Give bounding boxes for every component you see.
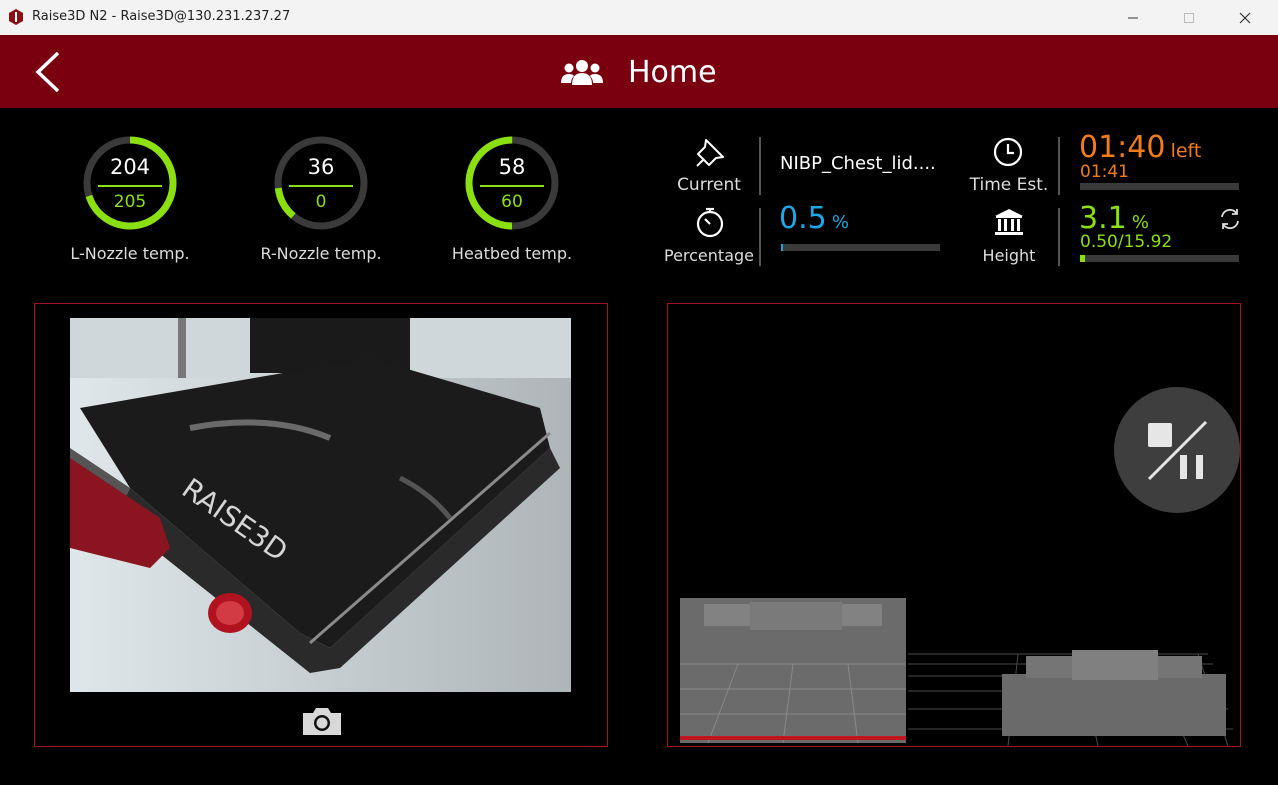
r-nozzle-ring bbox=[274, 136, 368, 230]
r-nozzle-current: 36 bbox=[307, 155, 335, 179]
stopwatch-icon bbox=[696, 207, 724, 238]
percentage-progress-fill bbox=[781, 244, 783, 251]
model-preview-panel bbox=[667, 303, 1241, 747]
heatbed-target: 60 bbox=[501, 192, 523, 212]
time-left-label: left bbox=[1170, 140, 1202, 162]
height-detail: 0.50/15.92 bbox=[1080, 232, 1173, 252]
close-button[interactable] bbox=[1222, 0, 1268, 35]
maximize-icon bbox=[1184, 12, 1194, 23]
heatbed-divider bbox=[480, 185, 544, 187]
camera-image: RAISE3D bbox=[70, 318, 571, 692]
clock-icon bbox=[993, 137, 1023, 167]
l-nozzle-ring bbox=[83, 136, 177, 230]
building-icon bbox=[995, 209, 1023, 235]
camera-feed[interactable]: RAISE3D bbox=[70, 318, 571, 692]
height-progress-bar bbox=[1080, 255, 1239, 262]
current-label: Current bbox=[677, 175, 741, 195]
minimize-button[interactable] bbox=[1110, 0, 1156, 35]
height-unit: % bbox=[1131, 212, 1149, 233]
height-readout: 3.1 % bbox=[1079, 201, 1149, 236]
minimize-icon bbox=[1128, 17, 1138, 18]
camera-snapshot-icon[interactable] bbox=[301, 705, 343, 737]
time-est-label: Time Est. bbox=[969, 175, 1049, 195]
current-separator bbox=[759, 137, 761, 195]
window-title: Raise3D N2 - Raise3D@130.231.237.27 bbox=[32, 9, 291, 24]
model-preview-canvas bbox=[680, 598, 1233, 747]
heatbed-ring bbox=[465, 136, 559, 230]
time-remaining-readout: 01:40 left bbox=[1079, 130, 1201, 165]
percentage-label: Percentage bbox=[663, 246, 754, 265]
maximize-button[interactable] bbox=[1166, 0, 1212, 35]
percentage-unit: % bbox=[831, 212, 849, 233]
app-header: Home bbox=[0, 35, 1278, 108]
percentage-value: 0.5 bbox=[779, 201, 827, 236]
r-nozzle-target: 0 bbox=[315, 192, 327, 212]
window-titlebar: Raise3D N2 - Raise3D@130.231.237.27 bbox=[0, 0, 1278, 35]
height-label: Height bbox=[982, 246, 1036, 265]
refresh-icon[interactable] bbox=[1218, 207, 1242, 231]
l-nozzle-target: 205 bbox=[113, 192, 147, 212]
r-nozzle-gauge[interactable]: 36 0 bbox=[271, 133, 371, 233]
l-nozzle-gauge[interactable]: 204 205 bbox=[80, 133, 180, 233]
percentage-progress-bar bbox=[781, 244, 940, 251]
raise3d-app-icon bbox=[9, 9, 23, 25]
back-arrow-icon[interactable] bbox=[30, 49, 70, 95]
heatbed-label: Heatbed temp. bbox=[451, 244, 573, 263]
stop-pause-icon bbox=[1147, 420, 1208, 481]
l-nozzle-divider bbox=[98, 185, 162, 187]
l-nozzle-label: L-Nozzle temp. bbox=[70, 244, 190, 263]
percentage-separator bbox=[759, 208, 761, 266]
heatbed-gauge[interactable]: 58 60 bbox=[462, 133, 562, 233]
current-file-name[interactable]: NIBP_Chest_lid.... bbox=[780, 153, 936, 174]
heatbed-current: 58 bbox=[498, 155, 526, 179]
stop-pause-button[interactable] bbox=[1114, 387, 1240, 513]
height-value: 3.1 bbox=[1079, 201, 1127, 236]
time-total: 01:41 bbox=[1080, 162, 1129, 182]
time-progress-bar bbox=[1080, 183, 1239, 190]
height-progress-fill bbox=[1080, 255, 1085, 262]
l-nozzle-current: 204 bbox=[109, 155, 151, 179]
time-separator bbox=[1058, 137, 1060, 195]
r-nozzle-label: R-Nozzle temp. bbox=[260, 244, 382, 263]
page-title: Home bbox=[628, 55, 717, 90]
height-separator bbox=[1058, 208, 1060, 266]
percentage-readout: 0.5 % bbox=[779, 201, 849, 236]
users-group-icon bbox=[561, 60, 603, 85]
time-remaining: 01:40 bbox=[1079, 130, 1166, 165]
close-icon bbox=[1239, 12, 1251, 23]
pin-icon bbox=[696, 139, 724, 167]
r-nozzle-divider bbox=[289, 185, 353, 187]
